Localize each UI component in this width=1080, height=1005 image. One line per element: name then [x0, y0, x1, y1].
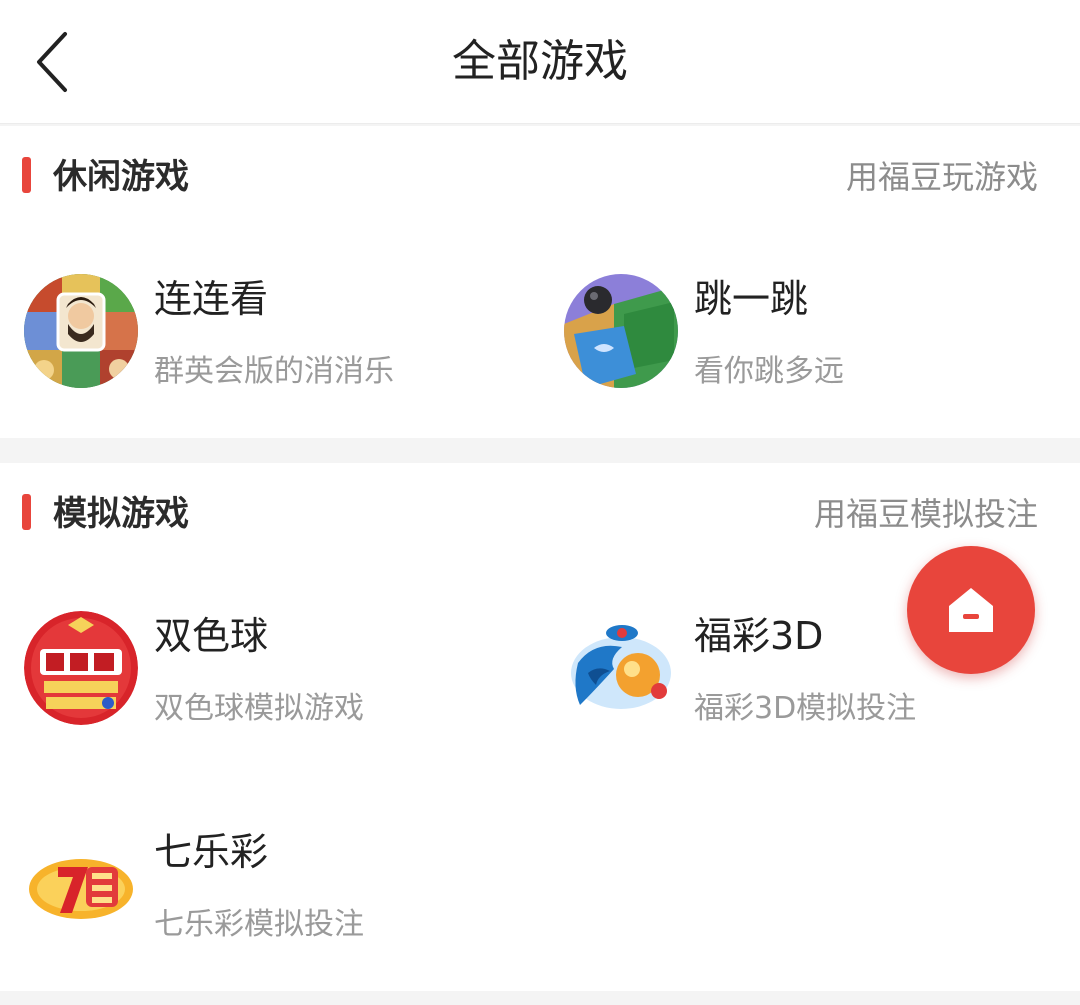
game-item-lianliankan[interactable]: 连连看 群英会版的消消乐	[24, 274, 544, 424]
top-nav-bar: 全部游戏	[0, 0, 1080, 124]
game-description: 群英会版的消消乐	[154, 354, 394, 389]
section-header: 休闲游戏 用福豆玩游戏	[0, 126, 1080, 228]
game-description: 福彩3D模拟投注	[694, 691, 917, 726]
section-title: 休闲游戏	[53, 157, 189, 197]
game-name: 福彩3D	[694, 614, 824, 658]
chevron-left-icon	[37, 32, 67, 92]
game-item-qilecai[interactable]: 七乐彩 七乐彩模拟投注	[24, 827, 544, 977]
game-name: 双色球	[154, 614, 269, 658]
game-description: 看你跳多远	[694, 354, 844, 389]
home-icon	[949, 588, 993, 632]
game-description: 七乐彩模拟投注	[154, 907, 364, 942]
shuangseqiu-lottery-icon	[24, 611, 138, 725]
game-description: 双色球模拟游戏	[154, 691, 364, 726]
tiaoyitiao-game-icon	[564, 274, 678, 388]
fucai-3d-lottery-icon	[564, 611, 678, 725]
home-floating-button[interactable]	[907, 546, 1035, 674]
game-item-tiaoyitiao[interactable]: 跳一跳 看你跳多远	[564, 274, 1080, 424]
game-name: 连连看	[154, 277, 269, 321]
section-link[interactable]: 用福豆玩游戏	[846, 126, 1038, 228]
section-title: 模拟游戏	[53, 494, 189, 534]
section-accent-bar	[22, 494, 31, 530]
page-title: 全部游戏	[452, 36, 628, 87]
game-item-shuangseqiu[interactable]: 双色球 双色球模拟游戏	[24, 611, 544, 761]
lianliankan-game-icon	[24, 274, 138, 388]
simulation-games-section: 模拟游戏 用福豆模拟投注 双色球 双色球模拟游戏 福彩3D 福彩3D模拟投注 七…	[0, 463, 1080, 991]
game-name: 七乐彩	[154, 830, 269, 874]
all-games-page: 全部游戏 休闲游戏 用福豆玩游戏 连连看 群英会版的消消乐 跳一跳 看你跳多远 …	[0, 0, 1080, 1005]
back-button[interactable]	[18, 22, 88, 102]
section-header: 模拟游戏 用福豆模拟投注	[0, 463, 1080, 565]
casual-games-section: 休闲游戏 用福豆玩游戏 连连看 群英会版的消消乐 跳一跳 看你跳多远	[0, 126, 1080, 438]
section-accent-bar	[22, 157, 31, 193]
qilecai-lottery-icon	[24, 827, 138, 941]
game-name: 跳一跳	[694, 277, 809, 321]
section-link[interactable]: 用福豆模拟投注	[814, 463, 1038, 565]
